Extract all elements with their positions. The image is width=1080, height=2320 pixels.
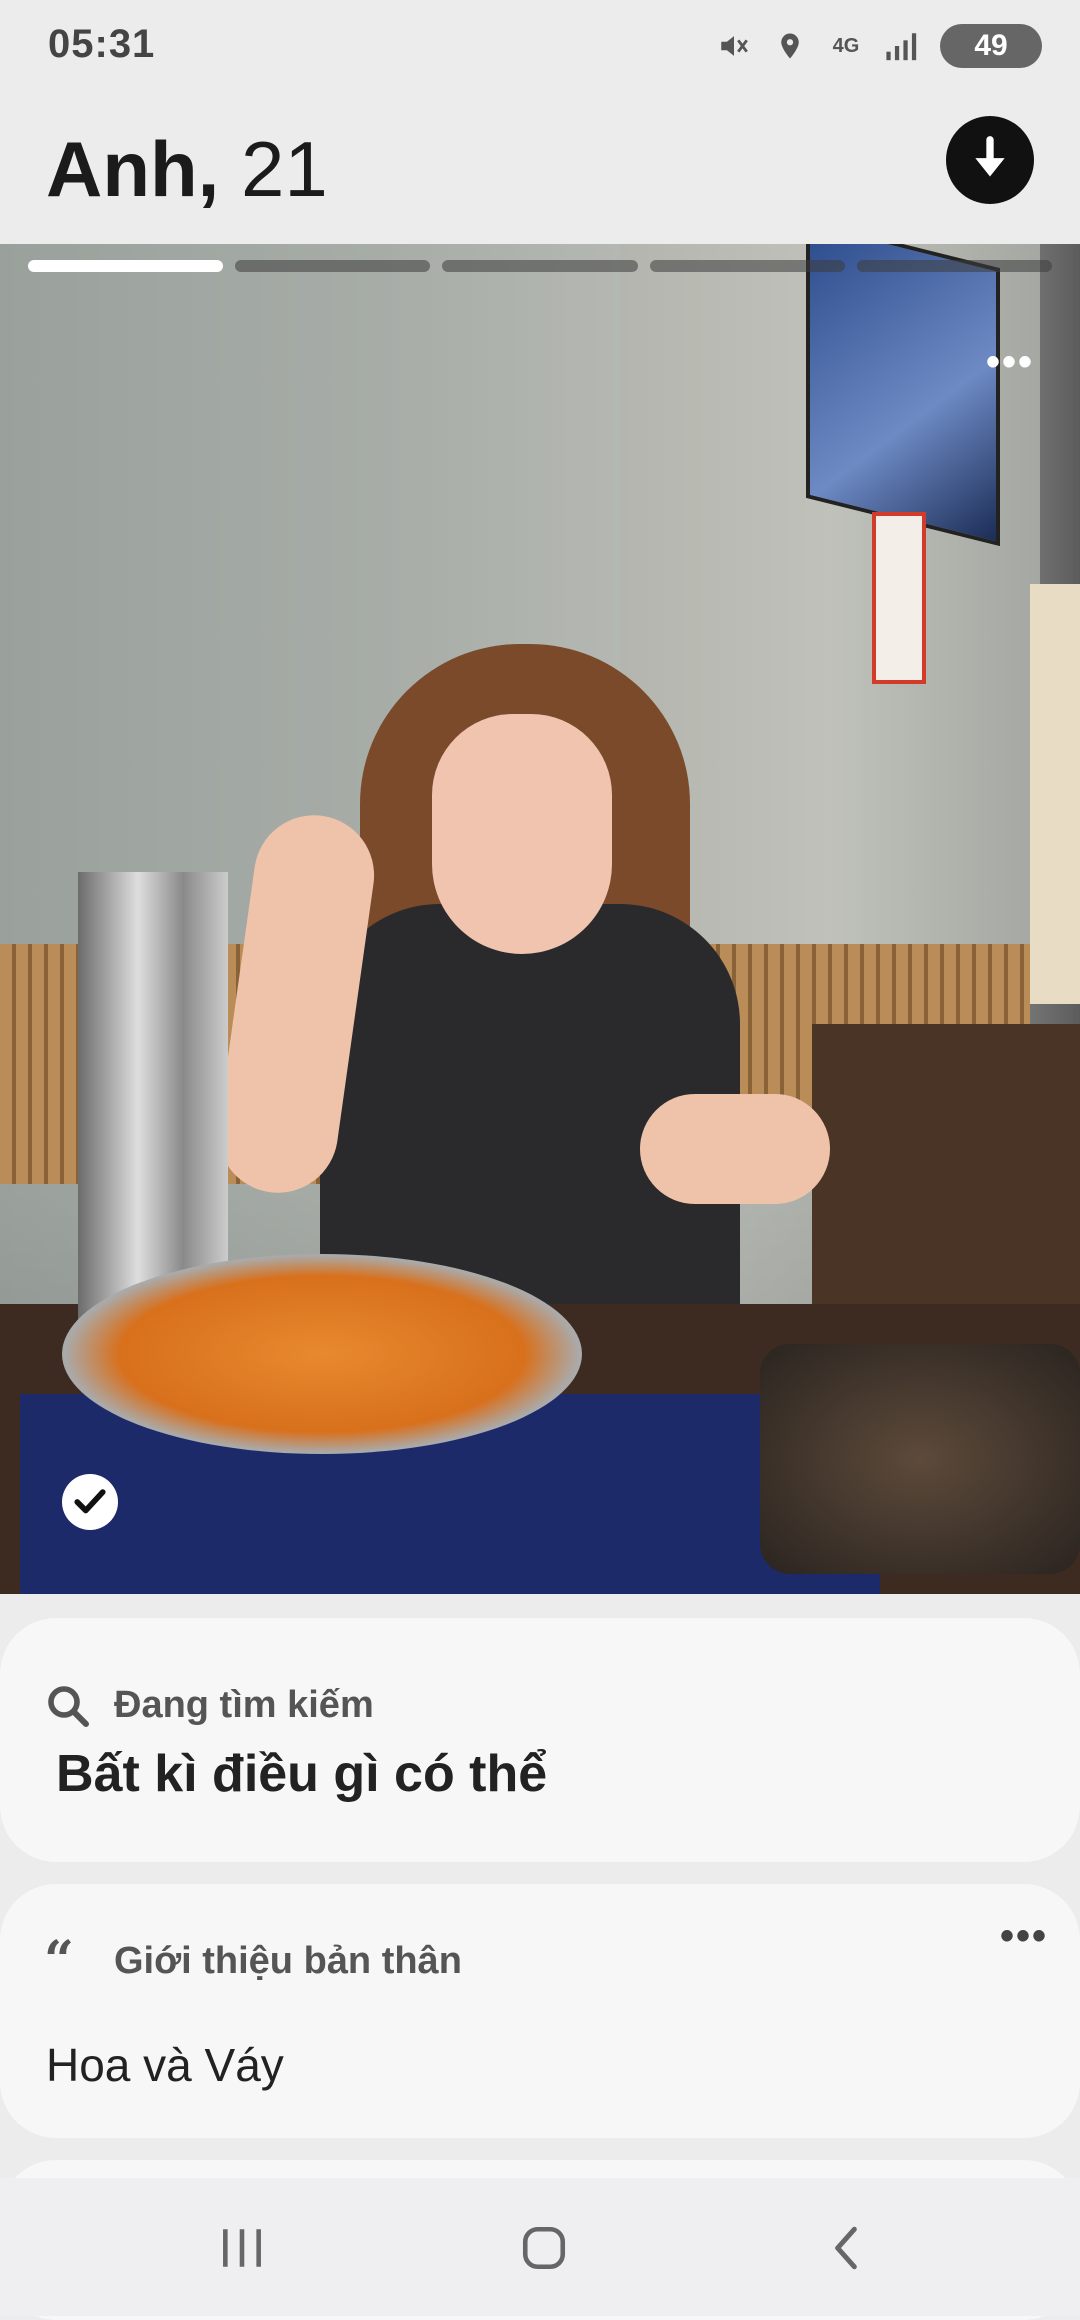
profile-age: 21 [240, 125, 328, 213]
back-icon [835, 2226, 857, 2270]
photo-progress-segment [235, 260, 431, 272]
system-nav-bar [0, 2178, 1080, 2316]
status-bar: 05:31 4G 49 [0, 0, 1080, 96]
quote-icon: “ [44, 1930, 74, 1991]
profile-photo[interactable] [0, 244, 1080, 1594]
profile-name: Anh, 21 [46, 124, 328, 215]
back-button[interactable] [806, 2208, 886, 2288]
status-time: 05:31 [48, 22, 156, 66]
collapse-profile-button[interactable] [946, 116, 1034, 204]
arrow-down-icon [975, 136, 1005, 177]
recent-apps-icon [223, 2229, 261, 2267]
photo-progress-segment [856, 260, 1053, 272]
about-more-icon[interactable]: ••• [1000, 1914, 1048, 1959]
home-button[interactable] [504, 2208, 584, 2288]
mute-icon [716, 28, 752, 64]
photo-progress [28, 260, 1053, 272]
battery-indicator: 49 [940, 24, 1042, 68]
profile-first-name: Anh, [46, 125, 220, 213]
about-label: Giới thiệu bản thân [114, 1940, 462, 1982]
home-icon [522, 2226, 566, 2270]
recent-apps-button[interactable] [202, 2208, 282, 2288]
status-icons: 4G 49 [716, 22, 1042, 70]
verified-check-icon [62, 1474, 118, 1530]
photo-progress-segment [28, 260, 224, 272]
about-value: Hoa và Váy [46, 2039, 284, 2091]
network-type: 4G [832, 35, 860, 57]
profile-header: Anh, 21 [0, 96, 1080, 244]
search-icon [44, 1682, 92, 1735]
photo-more-icon[interactable]: ••• [986, 340, 1034, 385]
looking-for-value: Bất kì điều gì có thể [56, 1745, 548, 1803]
looking-for-label: Đang tìm kiếm [114, 1684, 374, 1726]
signal-icon [884, 28, 920, 64]
photo-progress-segment [442, 260, 638, 272]
photo-progress-segment [649, 260, 845, 272]
about-card: “ Giới thiệu bản thân ••• Hoa và Váy [0, 1884, 1080, 2138]
location-icon [772, 28, 808, 64]
looking-for-card: Đang tìm kiếm Bất kì điều gì có thể [0, 1618, 1080, 1862]
